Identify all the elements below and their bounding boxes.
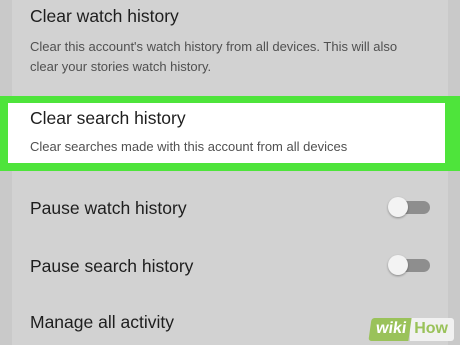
pause-search-history-item[interactable]: Pause search history	[30, 256, 193, 276]
clear-watch-history-item[interactable]: Clear watch history Clear this account's…	[30, 6, 420, 77]
manage-all-activity-item[interactable]: Manage all activity	[30, 312, 174, 332]
pause-watch-history-item[interactable]: Pause watch history	[30, 198, 187, 218]
clear-search-history-title: Clear search history	[30, 108, 186, 128]
manage-all-activity-title: Manage all activity	[30, 312, 174, 332]
pause-watch-history-toggle[interactable]	[388, 197, 432, 218]
pause-search-history-toggle[interactable]	[388, 255, 432, 276]
watermark-wiki-text: wiki	[368, 318, 412, 341]
toggle-knob	[388, 255, 408, 275]
wikihow-watermark-logo: wiki How	[368, 318, 454, 341]
watermark-how-text: How	[410, 318, 454, 341]
pause-search-history-title: Pause search history	[30, 256, 194, 276]
clear-watch-history-description: Clear this account's watch history from …	[30, 39, 398, 74]
clear-search-history-item[interactable]: Clear search history Clear searches made…	[30, 108, 347, 157]
pause-watch-history-title: Pause watch history	[30, 198, 187, 218]
clear-watch-history-title: Clear watch history	[30, 6, 179, 26]
clear-search-history-description: Clear searches made with this account fr…	[30, 139, 348, 154]
toggle-knob	[388, 197, 408, 217]
